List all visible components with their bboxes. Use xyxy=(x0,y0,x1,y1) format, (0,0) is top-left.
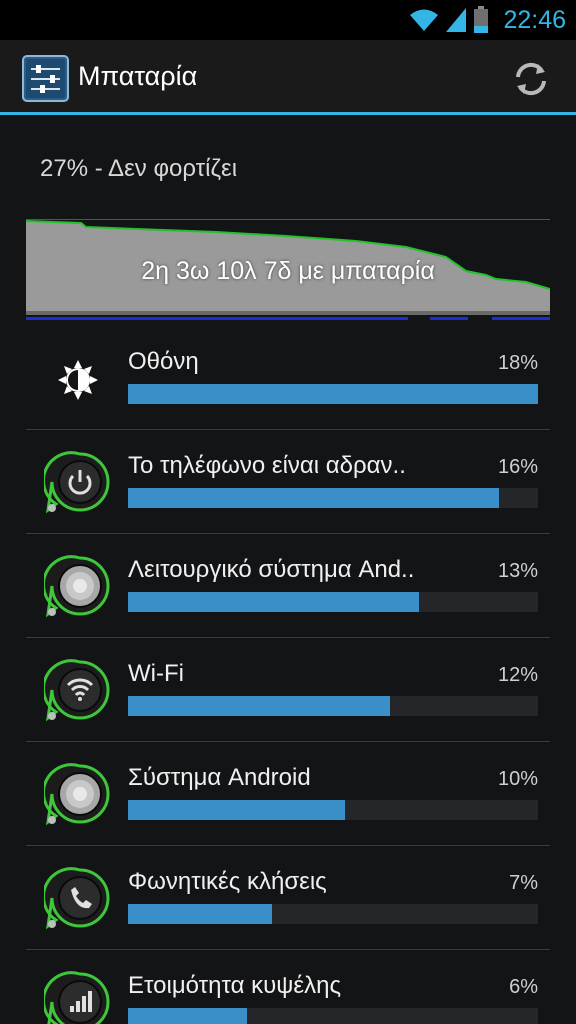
usage-bar-fill xyxy=(128,696,391,716)
usage-item-percent: 13% xyxy=(497,560,538,582)
power-icon xyxy=(44,451,110,514)
usage-item-wifi[interactable]: Wi-Fi 12% xyxy=(0,638,576,742)
settings-sliders-icon[interactable] xyxy=(22,55,69,102)
usage-bar-track xyxy=(128,488,538,508)
usage-bar-track xyxy=(128,904,538,924)
usage-item-label: Οθόνη xyxy=(128,348,199,375)
usage-item-percent: 16% xyxy=(497,456,538,478)
usage-bar-track xyxy=(128,592,538,612)
usage-bar-fill xyxy=(128,904,272,924)
cell-signal-icon xyxy=(44,971,110,1024)
status-clock: 22:46 xyxy=(503,5,566,34)
android-os-icon xyxy=(44,555,110,618)
android-system-icon xyxy=(44,763,110,826)
usage-bar-fill xyxy=(128,488,500,508)
usage-item-label: Ετοιμότητα κυψέλης xyxy=(128,972,342,999)
usage-item-screen[interactable]: Οθόνη 18% xyxy=(0,326,576,430)
brightness-icon xyxy=(58,360,98,400)
usage-item-label: Wi-Fi xyxy=(128,660,184,687)
battery-status-icon xyxy=(474,6,489,33)
usage-item-label: Το τηλέφωνο είναι αδραν.. xyxy=(128,452,406,479)
phone-call-icon xyxy=(44,867,110,930)
usage-item-percent: 10% xyxy=(497,768,538,790)
usage-item-percent: 7% xyxy=(509,872,538,894)
battery-duration-label: 2η 3ω 10λ 7δ με μπαταρία xyxy=(141,257,435,285)
usage-bar-fill xyxy=(128,800,346,820)
action-bar: Μπαταρία xyxy=(0,40,576,115)
usage-item-phone-idle[interactable]: Το τηλέφωνο είναι αδραν.. 16% xyxy=(0,430,576,534)
usage-item-percent: 6% xyxy=(509,976,538,998)
status-bar: 22:46 xyxy=(0,0,576,40)
action-bar-divider xyxy=(0,112,576,115)
signal-status-icon xyxy=(446,8,467,32)
usage-item-cell-standby[interactable]: Ετοιμότητα κυψέλης 6% xyxy=(0,950,576,1024)
usage-item-android-system[interactable]: Σύστημα Android 10% xyxy=(0,742,576,846)
wifi-status-icon xyxy=(410,9,439,31)
usage-bar-track xyxy=(128,1008,538,1024)
page-title: Μπαταρία xyxy=(78,61,198,91)
usage-bar-track xyxy=(128,696,538,716)
battery-status-text: 27% - Δεν φορτίζει xyxy=(40,155,238,182)
usage-bar-track xyxy=(128,384,538,404)
usage-bar-fill xyxy=(128,592,420,612)
usage-item-label: Φωνητικές κλήσεις xyxy=(128,868,327,895)
usage-item-label: Σύστημα Android xyxy=(128,764,311,791)
usage-item-voice-calls[interactable]: Φωνητικές κλήσεις 7% xyxy=(0,846,576,950)
usage-bar-fill xyxy=(128,1008,247,1024)
wifi-icon xyxy=(44,659,110,722)
battery-usage-list: Οθόνη 18% Το τηλέφωνο είναι αδραν.. 16% … xyxy=(0,326,576,1024)
usage-item-label: Λειτουργικό σύστημα And.. xyxy=(128,556,415,583)
status-icons: 22:46 xyxy=(409,4,566,36)
refresh-icon[interactable] xyxy=(512,60,550,98)
usage-item-percent: 12% xyxy=(497,664,538,686)
usage-item-percent: 18% xyxy=(497,352,538,374)
usage-bar-fill xyxy=(128,384,538,404)
usage-item-android-os[interactable]: Λειτουργικό σύστημα And.. 13% xyxy=(0,534,576,638)
usage-bar-track xyxy=(128,800,538,820)
